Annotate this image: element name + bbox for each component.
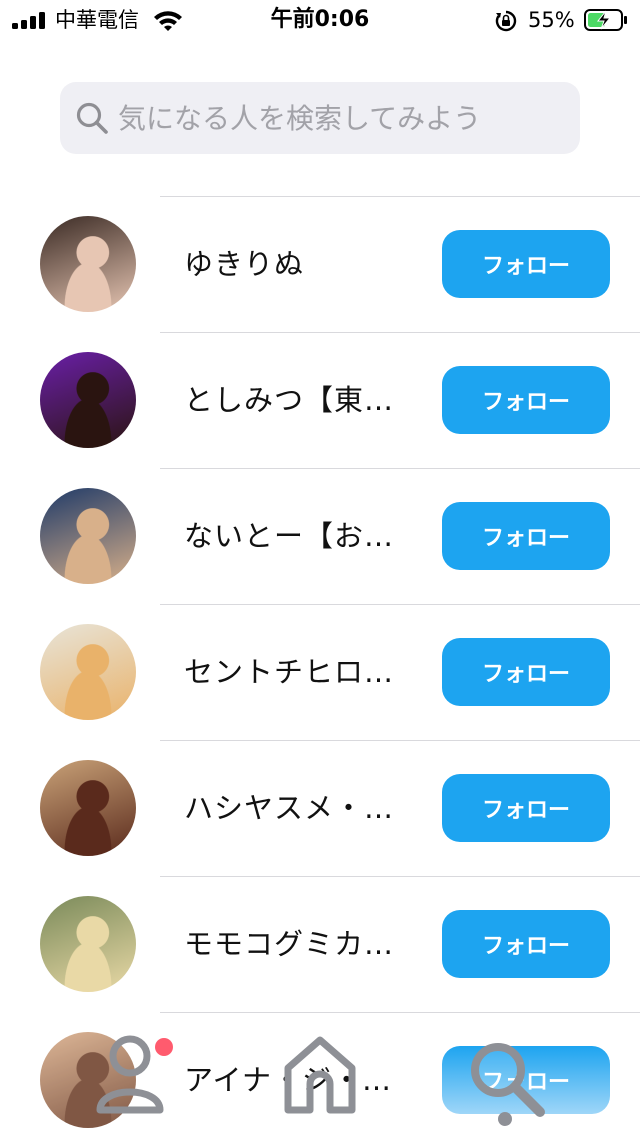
follow-button[interactable]: フォロー <box>442 638 610 706</box>
user-name[interactable]: ハシヤスメ・… <box>184 784 412 832</box>
avatar[interactable] <box>40 624 136 720</box>
follow-button[interactable]: フォロー <box>442 774 610 842</box>
user-name[interactable]: セントチヒロ… <box>184 648 412 696</box>
search-icon <box>76 102 108 134</box>
search-bar[interactable] <box>60 82 580 154</box>
selected-tab-indicator <box>498 1112 512 1126</box>
people-icon[interactable] <box>90 1030 180 1120</box>
user-row: セントチヒロ… フォロー <box>0 604 640 740</box>
avatar[interactable] <box>40 896 136 992</box>
user-row: ハシヤスメ・… フォロー <box>0 740 640 876</box>
home-icon[interactable] <box>282 1034 358 1114</box>
search-input[interactable] <box>118 82 568 154</box>
avatar[interactable] <box>40 760 136 856</box>
follow-button[interactable]: フォロー <box>442 502 610 570</box>
user-name[interactable]: モモコグミカ… <box>184 920 412 968</box>
avatar[interactable] <box>40 488 136 584</box>
avatar[interactable] <box>40 216 136 312</box>
status-bar: 中華電信 午前0:06 55% <box>0 0 640 40</box>
notification-badge <box>155 1038 173 1056</box>
user-row: ゆきりぬ フォロー <box>0 196 640 332</box>
user-name[interactable]: としみつ【東… <box>184 376 412 424</box>
tab-bar <box>0 1026 640 1136</box>
user-row: モモコグミカ… フォロー <box>0 876 640 1012</box>
user-row: としみつ【東… フォロー <box>0 332 640 468</box>
user-list: ゆきりぬ フォロー としみつ【東… フォロー ないとー【お… フォロー セントチ… <box>0 196 640 1136</box>
user-row: ないとー【お… フォロー <box>0 468 640 604</box>
follow-button[interactable]: フォロー <box>442 366 610 434</box>
battery-charging-icon <box>584 9 627 31</box>
rotation-lock-icon <box>495 10 517 32</box>
battery-percent: 55% <box>528 8 575 32</box>
follow-button[interactable]: フォロー <box>442 910 610 978</box>
follow-button[interactable]: フォロー <box>442 230 610 298</box>
user-name[interactable]: ないとー【お… <box>184 512 412 560</box>
avatar[interactable] <box>40 352 136 448</box>
search-icon[interactable] <box>464 1036 550 1122</box>
user-name[interactable]: ゆきりぬ <box>184 240 412 288</box>
